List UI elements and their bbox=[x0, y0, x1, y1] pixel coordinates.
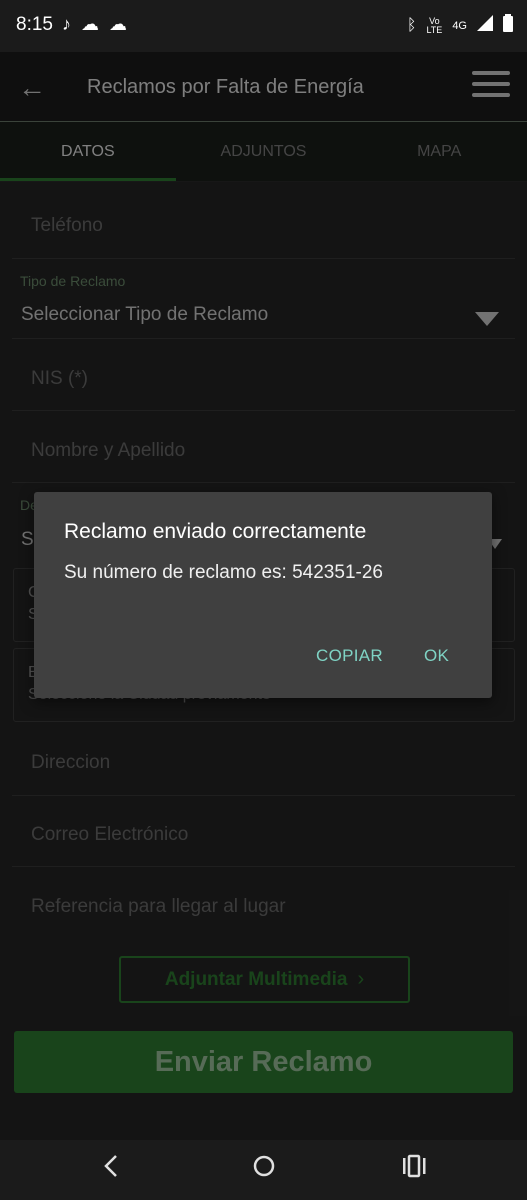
status-icons-left: ♪ ☁ ☁ bbox=[62, 14, 127, 35]
copy-button[interactable]: COPIAR bbox=[316, 646, 383, 666]
4g-icon: 4G bbox=[452, 19, 467, 32]
cloud-icon: ☁ bbox=[109, 14, 127, 34]
dialog-message: Su número de reclamo es: 542351-26 bbox=[64, 562, 383, 583]
dialog-title: Reclamo enviado correctamente bbox=[64, 520, 367, 543]
status-icons-right: ᛒ Vo LTE 4G bbox=[407, 14, 513, 37]
confirmation-dialog: Reclamo enviado correctamente Su número … bbox=[34, 492, 492, 698]
cloud-outline-icon: ☁ bbox=[81, 14, 99, 34]
nav-back-icon[interactable] bbox=[103, 1154, 119, 1185]
tiktok-icon: ♪ bbox=[62, 14, 71, 34]
bluetooth-icon: ᛒ bbox=[406, 16, 417, 34]
nav-home-icon[interactable] bbox=[252, 1154, 276, 1185]
volte-icon: Vo LTE bbox=[426, 16, 443, 35]
nav-recents-icon[interactable] bbox=[403, 1154, 427, 1185]
ok-button[interactable]: OK bbox=[424, 646, 449, 666]
volte-bottom: LTE bbox=[426, 24, 443, 35]
status-time: 8:15 bbox=[16, 14, 53, 35]
battery-icon bbox=[503, 14, 513, 37]
signal-icon bbox=[477, 15, 493, 36]
